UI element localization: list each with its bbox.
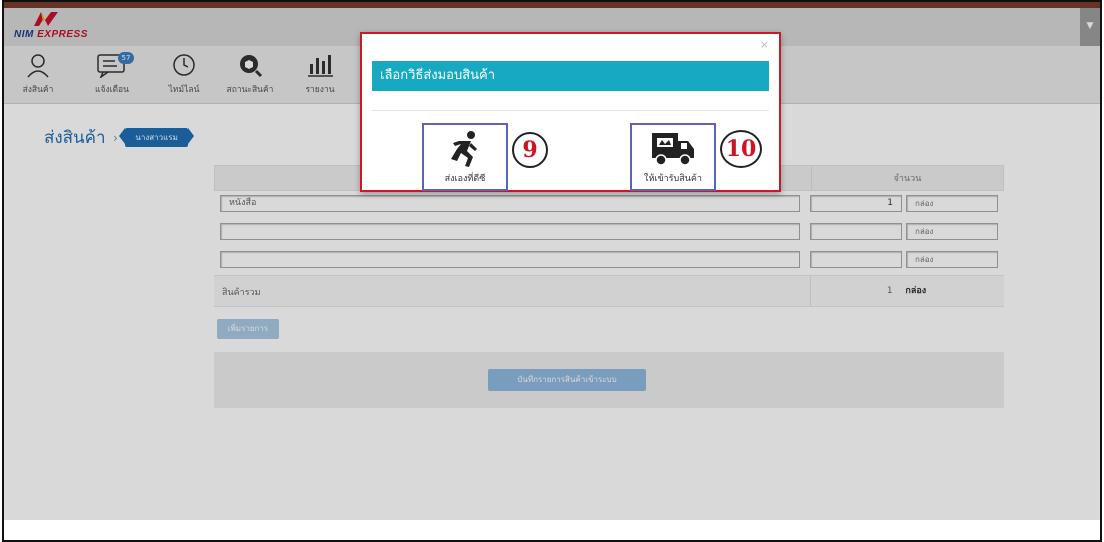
annotation-number-10: 10 [720, 130, 762, 168]
running-person-icon [451, 131, 477, 167]
bottom-blank-area [4, 520, 1100, 540]
option-self-dropoff[interactable]: ส่งเองที่ดีซี [422, 123, 508, 191]
delivery-truck-icon [652, 133, 694, 166]
modal-divider [372, 110, 769, 111]
option-pickup[interactable]: ให้เข้ารับสินค้า [630, 123, 716, 191]
option-self-dropoff-label: ส่งเองที่ดีซี [444, 174, 486, 184]
modal-title: เลือกวิธีส่งมอบสินค้า [372, 61, 769, 91]
app-window: NIM EXPRESS ▼ ส่งสินค้า 57 แจ้งเตือน ไทม… [2, 0, 1102, 542]
close-icon[interactable]: × [760, 38, 769, 51]
option-pickup-label: ให้เข้ารับสินค้า [644, 174, 702, 184]
annotation-number-9: 9 [512, 132, 548, 168]
delivery-method-modal: × เลือกวิธีส่งมอบสินค้า ส่งเองที่ดีซี 9 [360, 32, 781, 192]
